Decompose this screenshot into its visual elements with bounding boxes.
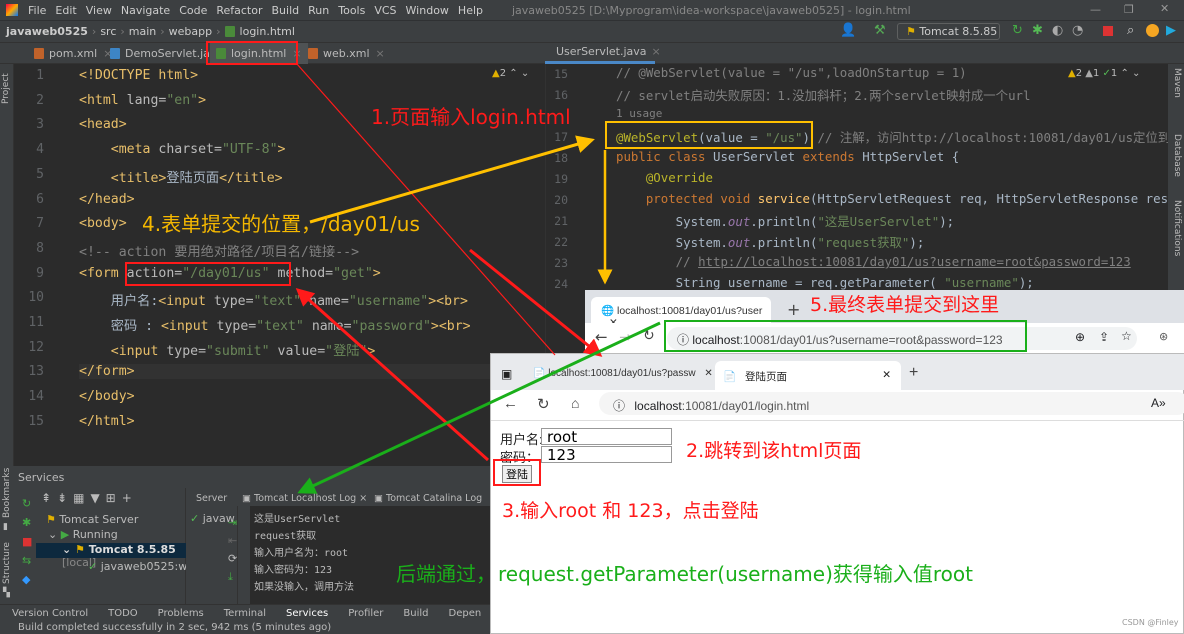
annotation-7: request.getParameter(username)获得输入值root	[498, 562, 973, 586]
highlight-login-tab	[206, 41, 298, 65]
arrow-1b	[469, 248, 603, 357]
annotation-6: 后端通过，	[396, 562, 496, 586]
highlight-submit	[493, 459, 541, 486]
annotation-1: 1.页面输入login.html	[371, 105, 571, 129]
watermark: CSDN @Finley	[1122, 618, 1179, 627]
arrow-5	[297, 321, 661, 494]
arrow-3	[295, 287, 490, 462]
annotation-4: 4.表单提交的位置，/day01/us	[142, 212, 420, 236]
highlight-result-url	[664, 320, 1027, 352]
annotation-2: 2.跳转到该html页面	[686, 440, 862, 462]
highlight-form-action	[125, 262, 291, 286]
highlight-webservlet	[605, 121, 813, 149]
annotation-3: 3.输入root 和 123，点击登陆	[502, 500, 759, 522]
annotation-5: 5.最终表单提交到这里	[810, 294, 1000, 316]
annotation-overlay	[125, 41, 1027, 494]
